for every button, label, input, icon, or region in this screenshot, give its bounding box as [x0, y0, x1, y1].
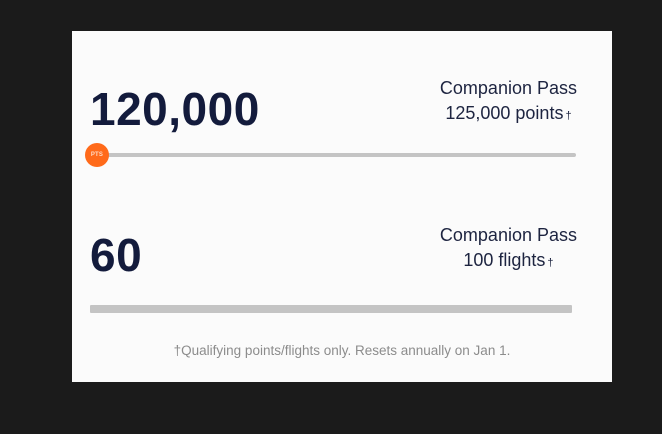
points-current-value: 120,000	[90, 83, 260, 135]
flights-goal-value: 100 flights	[463, 250, 546, 270]
points-progress-track	[94, 153, 576, 157]
flights-goal: Companion Pass 100 flights †	[440, 223, 577, 276]
flights-progress-track	[90, 305, 572, 313]
points-goal: Companion Pass 125,000 points †	[440, 76, 577, 129]
companion-pass-progress-card: 120,000 Companion Pass 125,000 points † P…	[72, 31, 612, 382]
flights-goal-title: Companion Pass	[439, 225, 577, 245]
points-goal-line: 125,000 points †	[440, 101, 577, 129]
footnote: †Qualifying points/flights only. Resets …	[173, 343, 511, 358]
points-marker-label: PTS	[90, 152, 104, 158]
flights-current-value: 60	[90, 229, 143, 281]
points-goal-value: 125,000 points	[445, 103, 564, 123]
points-progress-marker: PTS	[85, 143, 109, 167]
flights-goal-dagger: †	[547, 257, 554, 269]
points-goal-title: Companion Pass	[439, 78, 577, 98]
flights-goal-line: 100 flights †	[440, 248, 577, 276]
points-goal-dagger: †	[565, 110, 572, 122]
